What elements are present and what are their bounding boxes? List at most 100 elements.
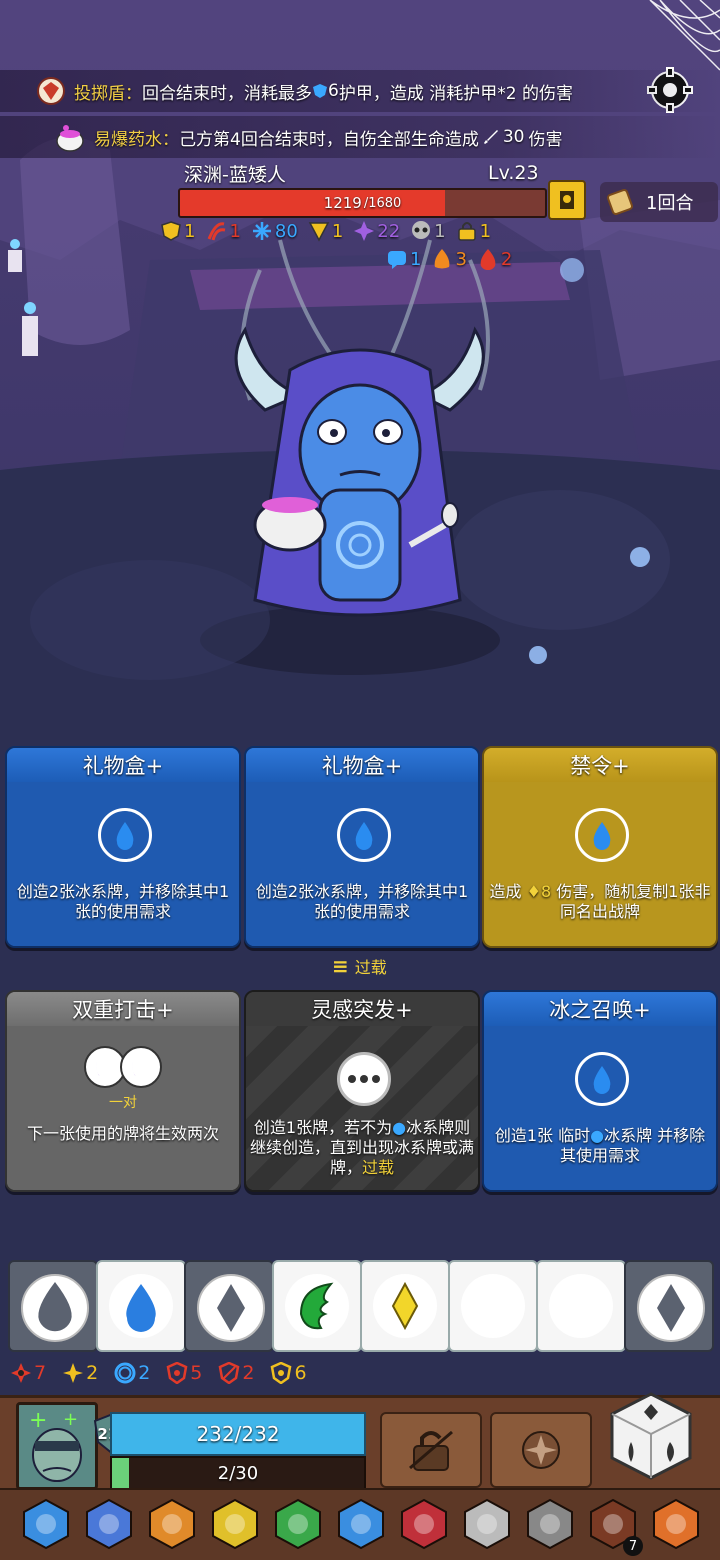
shatter-button[interactable] bbox=[490, 1412, 592, 1488]
banner-text: 己方第4回合结束时，自伤全部生命造成 bbox=[179, 129, 479, 150]
element-slot[interactable] bbox=[624, 1260, 714, 1352]
status-red-burst[interactable]: 7 bbox=[10, 1362, 46, 1384]
element-slot[interactable] bbox=[184, 1260, 274, 1352]
potion-icon bbox=[54, 122, 86, 152]
status-skull[interactable]: 1 bbox=[410, 220, 446, 242]
status-blood-drop[interactable]: 2 bbox=[477, 248, 512, 270]
flame-icon bbox=[431, 248, 453, 270]
card-double-strike[interactable]: 双重打击+ 一对 下一张使用的牌将生效两次 bbox=[5, 990, 241, 1192]
red-shield-icon bbox=[218, 1362, 240, 1384]
green-book-icon[interactable] bbox=[270, 1496, 326, 1552]
banner-sep: ： bbox=[125, 83, 142, 104]
card-desc: 创造2张冰系牌，并移除其中1张的使用需求 bbox=[255, 882, 469, 921]
yellow-star-icon bbox=[62, 1362, 84, 1384]
double-moon-icon bbox=[83, 1044, 167, 1090]
blue-shield-icon[interactable] bbox=[333, 1496, 389, 1552]
player-hp-text: 232/232 bbox=[196, 1422, 280, 1446]
element-slot[interactable] bbox=[272, 1260, 362, 1352]
banner-name: 投掷盾 bbox=[74, 83, 125, 104]
card-desc-a: 造成 bbox=[489, 882, 522, 901]
red-claw-icon bbox=[205, 220, 227, 242]
card-title: 灵感突发+ bbox=[311, 998, 413, 1022]
card-inspiration-burst[interactable]: 灵感突发+ 创造1张牌，若不为●冰系牌则继续创造，直到出现冰系牌或满牌，过载 bbox=[244, 990, 480, 1192]
ice-small-icon: ● bbox=[590, 1126, 605, 1145]
status-yellow-shield[interactable]: 6 bbox=[270, 1362, 307, 1384]
status-value: 22 bbox=[377, 220, 401, 242]
status-speech[interactable]: 1 bbox=[386, 248, 421, 270]
more-dots-icon bbox=[337, 1052, 391, 1106]
enemy-info-icon[interactable] bbox=[548, 180, 586, 220]
ruby-ring-icon[interactable] bbox=[396, 1496, 452, 1552]
element-slot[interactable] bbox=[8, 1260, 98, 1352]
status-value: 80 bbox=[274, 220, 298, 242]
card-gift-box-2[interactable]: 礼物盒+ 创造2张冰系牌，并移除其中1张的使用需求 bbox=[244, 746, 480, 948]
element-slot[interactable] bbox=[96, 1260, 186, 1352]
potion-bottles-icon[interactable] bbox=[81, 1496, 137, 1552]
ice-element-icon bbox=[337, 808, 391, 862]
card-title: 礼物盒+ bbox=[321, 754, 403, 778]
card-desc: 创造2张冰系牌，并移除其中1张的使用需求 bbox=[16, 882, 230, 921]
snowflake-icon bbox=[251, 220, 273, 242]
player-avatar[interactable]: + + bbox=[16, 1402, 98, 1490]
status-yellow-star[interactable]: 2 bbox=[62, 1362, 98, 1384]
scroll-icon bbox=[604, 186, 636, 218]
card-desc-b: 伤害，随机复制1张非同名出战牌 bbox=[556, 882, 711, 921]
green-leaf-icon bbox=[285, 1274, 349, 1338]
purple-moon-icon bbox=[549, 1274, 613, 1338]
status-value: 2 bbox=[86, 1362, 99, 1384]
status-value: 1 bbox=[331, 220, 344, 242]
dice-button[interactable] bbox=[606, 1390, 696, 1482]
card-ice-summon[interactable]: 冰之召唤+ 创造1张 临时●冰系牌 并移除其使用需求 bbox=[482, 990, 718, 1192]
flame-hand-icon[interactable] bbox=[144, 1496, 200, 1552]
turn-label: 1回合 bbox=[646, 193, 694, 214]
banner-explosive-potion: 易爆药水： 己方第4回合结束时，自伤全部生命造成 30 伤害 bbox=[54, 117, 562, 157]
enemy-status-row-2: 1 3 2 bbox=[386, 248, 512, 270]
speech-icon bbox=[386, 248, 408, 270]
banner-sep: ： bbox=[162, 129, 179, 150]
element-slots bbox=[8, 1260, 714, 1352]
red-target-icon bbox=[166, 1362, 188, 1384]
status-red-claw[interactable]: 1 bbox=[205, 220, 241, 242]
yellow-diamond-icon bbox=[373, 1274, 437, 1338]
card-ban[interactable]: 禁令+ 造成 ♦8 伤害，随机复制1张非同名出战牌 bbox=[482, 746, 718, 948]
card-title: 禁令+ bbox=[570, 754, 630, 778]
enemy-hp-text: 1219 /1680 bbox=[180, 190, 545, 216]
enemy-level: Lv.23 bbox=[488, 162, 539, 184]
gray-diamond-icon bbox=[197, 1274, 265, 1342]
card-desc: 创造1张牌，若不为●冰系牌则继续创造，直到出现冰系牌或满牌，过载 bbox=[250, 1118, 474, 1178]
status-yellow-triangle[interactable]: 1 bbox=[308, 220, 343, 242]
enemy-hp-bar: 1219 /1680 bbox=[178, 188, 547, 218]
banner-throw-shield: 投掷盾： 回合结束时，消耗最多 6 护甲，造成 消耗护甲*2 的伤害 bbox=[36, 71, 573, 111]
status-snowflake[interactable]: 80 bbox=[251, 220, 298, 242]
element-slot[interactable] bbox=[360, 1260, 450, 1352]
yellow-shield-icon bbox=[270, 1362, 292, 1384]
blue-crystal-icon[interactable] bbox=[18, 1496, 74, 1552]
card-desc-value: 8 bbox=[540, 882, 552, 901]
status-lock[interactable]: 1 bbox=[456, 220, 491, 242]
player-mana-text: 2/30 bbox=[217, 1462, 259, 1484]
status-purple-burst[interactable]: 22 bbox=[353, 220, 400, 242]
lock-slot-button[interactable] bbox=[380, 1412, 482, 1488]
yellow-scroll-icon[interactable] bbox=[207, 1496, 263, 1552]
banner-value: 6 bbox=[328, 81, 339, 101]
banner-text: 回合结束时，消耗最多 bbox=[142, 83, 312, 104]
status-red-target[interactable]: 5 bbox=[166, 1362, 202, 1384]
element-slot[interactable] bbox=[536, 1260, 626, 1352]
card-tag: 一对 bbox=[109, 1095, 137, 1111]
armor-icon[interactable] bbox=[522, 1496, 578, 1552]
element-slot[interactable] bbox=[448, 1260, 538, 1352]
status-value: 2 bbox=[138, 1362, 151, 1384]
status-value: 3 bbox=[455, 248, 467, 270]
status-value: 1 bbox=[229, 220, 241, 242]
red-burst-icon bbox=[10, 1362, 32, 1384]
card-gift-box-1[interactable]: 礼物盒+ 创造2张冰系牌，并移除其中1张的使用需求 bbox=[5, 746, 241, 948]
status-value: 5 bbox=[190, 1362, 203, 1384]
status-blue-ring[interactable]: 2 bbox=[114, 1362, 150, 1384]
status-shield-stack[interactable]: 1 bbox=[160, 220, 195, 242]
status-flame[interactable]: 3 bbox=[431, 248, 467, 270]
button-icon[interactable]: 7 bbox=[585, 1496, 643, 1556]
spiked-crown-icon[interactable] bbox=[459, 1496, 515, 1552]
meat-icon[interactable] bbox=[648, 1496, 704, 1552]
gray-drop-icon bbox=[21, 1274, 89, 1342]
status-red-shield[interactable]: 2 bbox=[218, 1362, 254, 1384]
